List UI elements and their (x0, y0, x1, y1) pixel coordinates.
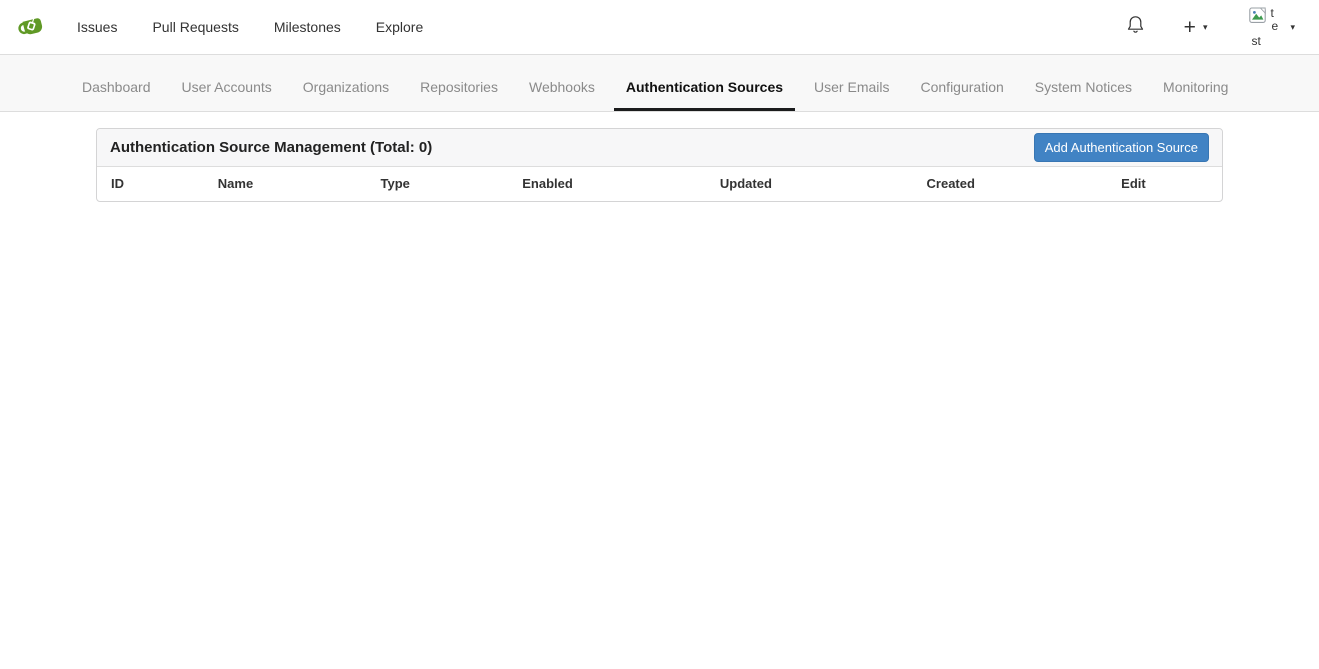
caret-down-icon: ▾ (1290, 23, 1295, 32)
avatar-alt-text: t (1270, 6, 1273, 20)
tab-repositories[interactable]: Repositories (408, 67, 510, 111)
table-header-row: ID Name Type Enabled Updated Created Edi… (97, 167, 1222, 201)
column-header-edit: Edit (1107, 167, 1222, 201)
column-header-enabled: Enabled (508, 167, 706, 201)
avatar-alt-text: e (1271, 19, 1278, 33)
nav-milestones[interactable]: Milestones (274, 19, 341, 35)
user-menu-dropdown[interactable]: t e st ▾ (1249, 3, 1295, 51)
avatar-alt-text: st (1251, 34, 1260, 48)
tab-system-notices[interactable]: System Notices (1023, 67, 1144, 111)
tab-monitoring[interactable]: Monitoring (1151, 67, 1240, 111)
auth-sources-table: ID Name Type Enabled Updated Created Edi… (97, 167, 1222, 201)
notifications-button[interactable] (1127, 15, 1144, 39)
nav-issues[interactable]: Issues (77, 19, 117, 35)
auth-source-panel: Authentication Source Management (Total:… (96, 128, 1223, 202)
main-nav: Issues Pull Requests Milestones Explore (77, 19, 423, 35)
tab-authentication-sources[interactable]: Authentication Sources (614, 67, 795, 111)
add-authentication-source-button[interactable]: Add Authentication Source (1034, 133, 1209, 162)
column-header-type: Type (367, 167, 509, 201)
avatar: t e st (1249, 7, 1281, 51)
tab-user-accounts[interactable]: User Accounts (170, 67, 284, 111)
tab-organizations[interactable]: Organizations (291, 67, 401, 111)
column-header-updated: Updated (706, 167, 913, 201)
admin-tab-bar: Dashboard User Accounts Organizations Re… (0, 55, 1319, 112)
column-header-created: Created (913, 167, 1108, 201)
caret-down-icon: ▾ (1203, 23, 1208, 32)
column-header-id: ID (97, 167, 204, 201)
create-new-dropdown[interactable]: + ▾ (1184, 17, 1208, 38)
gitea-logo-icon (16, 10, 46, 45)
broken-image-icon (1249, 7, 1268, 27)
plus-icon: + (1184, 17, 1196, 38)
tab-user-emails[interactable]: User Emails (802, 67, 901, 111)
tab-configuration[interactable]: Configuration (909, 67, 1016, 111)
column-header-name: Name (204, 167, 367, 201)
topnav-right: + ▾ t e st ▾ (1127, 3, 1295, 51)
home-logo-link[interactable] (16, 10, 46, 45)
nav-pull-requests[interactable]: Pull Requests (152, 19, 238, 35)
page-title: Authentication Source Management (Total:… (110, 139, 432, 156)
panel-header: Authentication Source Management (Total:… (97, 129, 1222, 167)
main-content: Authentication Source Management (Total:… (0, 112, 1319, 202)
tab-webhooks[interactable]: Webhooks (517, 67, 607, 111)
nav-explore[interactable]: Explore (376, 19, 423, 35)
tab-dashboard[interactable]: Dashboard (70, 67, 163, 111)
bell-icon (1127, 15, 1144, 39)
top-navbar: Issues Pull Requests Milestones Explore … (0, 0, 1319, 55)
